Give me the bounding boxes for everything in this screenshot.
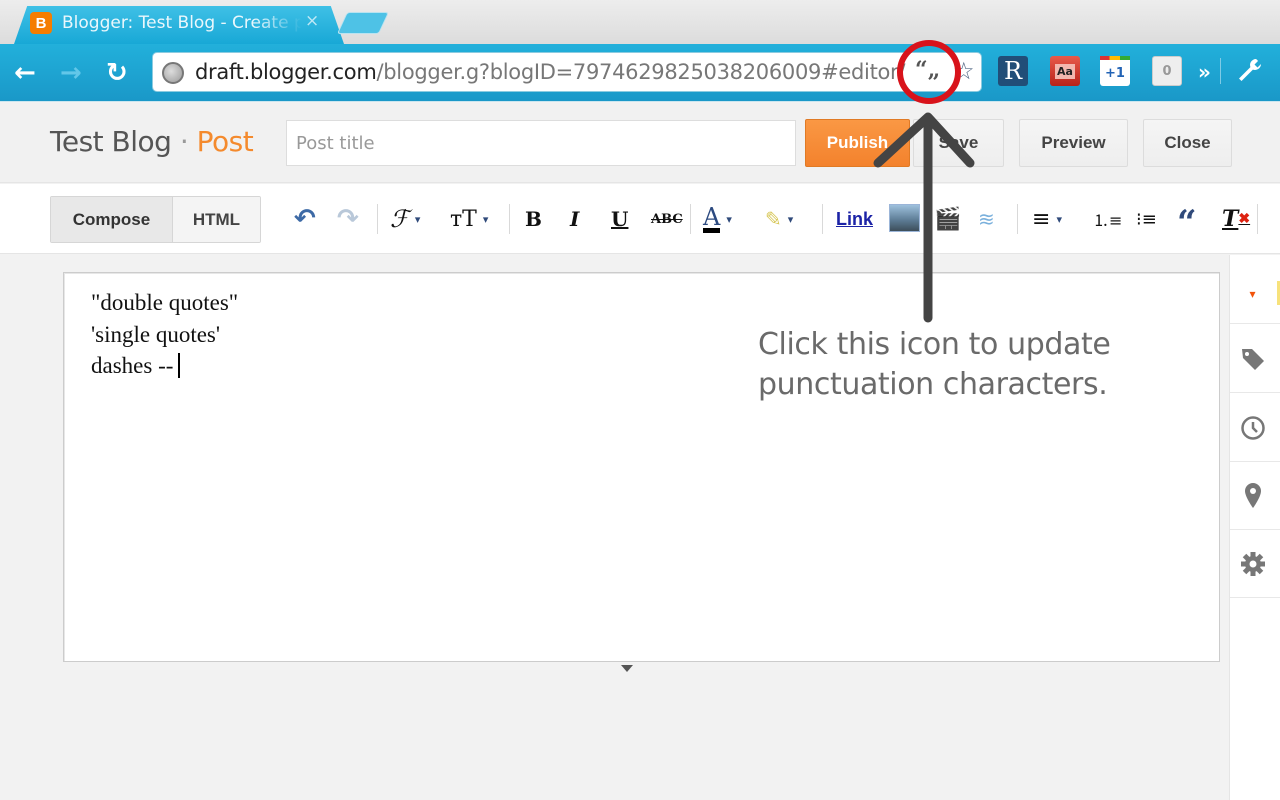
tag-icon — [1241, 348, 1264, 370]
toolbar-divider — [377, 204, 378, 234]
highlighter-icon: ✎ — [765, 207, 782, 231]
insert-video-icon[interactable]: 🎬 — [934, 204, 961, 234]
browser-toolbar: ← → ↻ draft.blogger.com/blogger.g?blogID… — [0, 44, 1280, 102]
address-bar[interactable]: draft.blogger.com/blogger.g?blogID=79746… — [152, 52, 982, 92]
font-size-icon: тT — [450, 206, 477, 232]
font-icon: ℱ — [390, 205, 409, 233]
forward-button[interactable]: → — [60, 58, 82, 88]
remove-formatting-icon[interactable]: T ✖ — [1222, 204, 1250, 234]
editor-resize-handle[interactable] — [621, 665, 633, 672]
location-pin-icon — [1244, 482, 1261, 508]
gear-icon — [1240, 551, 1265, 576]
page-title: Test Blog · Post — [50, 125, 254, 158]
blogger-favicon-icon: B — [30, 12, 52, 34]
clock-icon — [1240, 415, 1265, 440]
font-size-button[interactable]: тT ▾ — [450, 204, 488, 234]
close-button[interactable]: Close — [1143, 119, 1232, 167]
toolbar-divider — [1220, 58, 1221, 84]
blog-name[interactable]: Test Blog — [50, 125, 172, 158]
font-family-button[interactable]: ℱ ▾ — [390, 204, 420, 234]
chevron-down-icon: ▾ — [482, 212, 489, 226]
screen: B Blogger: Test Blog - Create post × ← →… — [0, 0, 1280, 800]
text-cursor — [178, 353, 181, 378]
labels-setting[interactable] — [1230, 325, 1280, 393]
save-button[interactable]: Save — [913, 119, 1004, 167]
reload-button[interactable]: ↻ — [106, 58, 128, 88]
location-setting[interactable] — [1230, 462, 1280, 530]
chevron-down-icon: ▾ — [1056, 212, 1062, 226]
post-body-text[interactable]: "double quotes" 'single quotes' dashes -… — [91, 287, 238, 382]
post-title-input[interactable] — [286, 120, 796, 166]
body-line: 'single quotes' — [91, 321, 221, 347]
bulleted-list-icon[interactable]: ⁝≡ — [1136, 204, 1157, 234]
annotation-text: Click this icon to update punctuation ch… — [758, 325, 1111, 405]
chevron-down-icon: ▾ — [414, 212, 421, 226]
align-left-icon: ≡ — [1032, 206, 1051, 232]
wrench-menu-icon[interactable] — [1236, 56, 1264, 91]
dictionary-extension-icon[interactable]: Aa — [1050, 56, 1080, 86]
chevron-down-icon: ▾ — [726, 212, 732, 226]
blogger-header: Test Blog · Post Publish Save Preview Cl… — [0, 103, 1280, 183]
redo-icon[interactable]: ↷ — [337, 204, 359, 234]
toolbar-divider — [822, 204, 823, 234]
remove-format-glyph: T — [1222, 206, 1239, 232]
options-setting[interactable] — [1230, 530, 1280, 598]
tab-title: Blogger: Test Blog - Create post — [62, 13, 302, 33]
body-line: dashes -- — [91, 353, 174, 378]
text-color-button[interactable]: A ▾ — [703, 204, 732, 234]
annotation-highlight-circle — [897, 40, 961, 104]
annotation-line: Click this icon to update — [758, 327, 1111, 362]
dictionary-label: Aa — [1055, 63, 1075, 79]
section-name: Post — [196, 125, 254, 158]
annotation-line: punctuation characters. — [758, 367, 1108, 402]
strikethrough-button[interactable]: ABC — [651, 204, 683, 234]
body-line-last: dashes -- — [91, 350, 238, 382]
globe-icon — [162, 62, 184, 84]
toolbar-divider — [509, 204, 510, 234]
extensions-overflow-icon[interactable]: » — [1198, 60, 1211, 84]
insert-link-button[interactable]: Link — [836, 204, 873, 234]
alignment-button[interactable]: ≡ ▾ — [1032, 204, 1062, 234]
compose-mode-button[interactable]: Compose — [51, 197, 173, 242]
insert-image-icon[interactable] — [889, 204, 920, 232]
tab-close-icon[interactable]: × — [305, 11, 319, 31]
post-settings-sidebar: ▾ — [1229, 255, 1280, 800]
mode-toggle: Compose HTML — [50, 196, 261, 243]
url-path: /blogger.g?blogID=7974629825038206009#ed… — [376, 60, 906, 84]
text-color-icon: A — [703, 202, 721, 233]
title-separator: · — [171, 125, 197, 158]
chevron-down-icon: ▾ — [787, 212, 794, 226]
underline-button[interactable]: U — [611, 204, 628, 234]
browser-tabstrip: B Blogger: Test Blog - Create post × — [0, 0, 1280, 44]
plus-one-extension-icon[interactable]: +1 — [1100, 56, 1130, 86]
html-mode-button[interactable]: HTML — [172, 197, 260, 242]
url-text[interactable]: draft.blogger.com/blogger.g?blogID=79746… — [195, 60, 907, 84]
post-settings-expand[interactable]: ▾ — [1230, 265, 1280, 324]
body-line: "double quotes" — [91, 290, 239, 315]
highlight-color-button[interactable]: ✎ ▾ — [765, 204, 793, 234]
expand-arrow-icon: ▾ — [1249, 287, 1256, 301]
numbered-list-icon[interactable]: ⒈≡ — [1093, 204, 1122, 234]
preview-button[interactable]: Preview — [1019, 119, 1128, 167]
url-host: draft.blogger.com — [195, 60, 377, 84]
toolbar-divider — [1257, 204, 1258, 234]
publish-button[interactable]: Publish — [805, 119, 910, 167]
undo-icon[interactable]: ↶ — [294, 204, 316, 234]
new-tab-button[interactable] — [336, 12, 390, 34]
editor-toolbar: Compose HTML ↶ ↷ ℱ ▾ тT ▾ B I U ABC A ▾ ✎ ▾ … — [0, 184, 1280, 254]
jump-break-icon[interactable]: ≋ — [978, 204, 995, 234]
back-button[interactable]: ← — [14, 58, 36, 88]
toolbar-divider — [1017, 204, 1018, 234]
italic-button[interactable]: I — [570, 204, 579, 234]
schedule-setting[interactable] — [1230, 394, 1280, 462]
r-extension-icon[interactable]: R — [998, 56, 1028, 86]
toolbar-divider — [690, 204, 691, 234]
counter-extension-icon[interactable]: 0 — [1152, 56, 1182, 86]
bold-button[interactable]: B — [525, 204, 542, 234]
quote-icon[interactable]: “ — [1177, 203, 1197, 243]
